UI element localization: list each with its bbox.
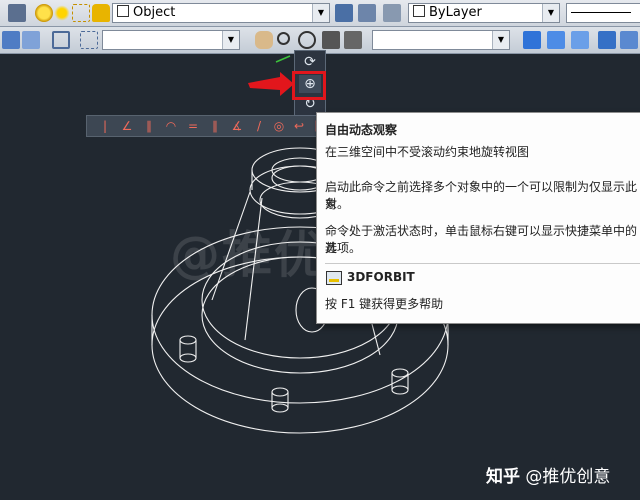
extrude-icon[interactable] xyxy=(620,31,638,49)
chevron-down-icon[interactable]: ▼ xyxy=(492,31,509,49)
curve-icon[interactable]: ↩ xyxy=(291,118,307,134)
chevron-down-icon[interactable]: ▼ xyxy=(542,4,559,22)
line-icon[interactable]: | xyxy=(97,118,113,134)
angle-icon[interactable]: ∠ xyxy=(119,118,135,134)
view-cube-icon[interactable] xyxy=(2,31,20,49)
lineweight-dropdown[interactable] xyxy=(566,3,640,23)
pan-hand-icon[interactable] xyxy=(255,31,273,49)
chevron-down-icon[interactable]: ▼ xyxy=(222,31,239,49)
tangent-icon[interactable]: ◠ xyxy=(163,118,179,134)
credit-brand: 知乎 xyxy=(486,467,520,487)
chevron-down-icon[interactable]: ▼ xyxy=(312,4,329,22)
angle-icon[interactable]: ∡ xyxy=(229,118,245,134)
circle-icon[interactable]: ◎ xyxy=(271,118,287,134)
layer-states-icon[interactable] xyxy=(383,4,401,22)
sun-icon[interactable] xyxy=(53,4,71,22)
visual-style-dropdown[interactable]: ▼ xyxy=(372,30,510,50)
toolbar-row-layers: Object ▼ ByLayer ▼ xyxy=(0,0,640,27)
credit-label: 知乎 @推优创意 xyxy=(486,462,610,487)
slash-icon[interactable]: / xyxy=(251,118,267,134)
arrow-pointer xyxy=(248,72,294,96)
tooltip-note-1-cont: 象。 xyxy=(325,197,350,211)
box-3d-icon[interactable] xyxy=(571,31,589,49)
extrude-icon[interactable] xyxy=(598,31,616,49)
zoom-icon[interactable] xyxy=(277,32,290,45)
command-icon xyxy=(326,271,342,285)
zoom-window-icon[interactable] xyxy=(80,31,98,49)
parallel-icon[interactable]: ∥ xyxy=(207,118,223,134)
layer-dropdown[interactable]: Object ▼ xyxy=(112,3,330,23)
equal-icon[interactable]: = xyxy=(185,118,201,134)
view-dropdown[interactable]: ▼ xyxy=(102,30,240,50)
lineweight-line xyxy=(571,12,631,13)
layer-name: Object xyxy=(133,5,176,20)
divider xyxy=(325,263,640,264)
layer-previous-icon[interactable] xyxy=(358,4,376,22)
light-bulb-icon[interactable] xyxy=(35,4,53,22)
linetype-name: ByLayer xyxy=(429,5,482,20)
view-cube-icon[interactable] xyxy=(22,31,40,49)
tooltip-description: 在三维空间中不受滚动约束地旋转视图 xyxy=(325,145,530,159)
make-current-icon[interactable] xyxy=(335,4,353,22)
box-3d-icon[interactable] xyxy=(523,31,541,49)
walk-icon[interactable] xyxy=(344,31,362,49)
camera-icon[interactable] xyxy=(322,31,340,49)
command-tooltip: 自由动态观察 在三维空间中不受滚动约束地旋转视图 启动此命令之前选择多个对象中的… xyxy=(316,112,640,324)
freeze-icon[interactable] xyxy=(72,4,90,22)
orbit-icon[interactable] xyxy=(298,31,316,49)
box-3d-icon[interactable] xyxy=(547,31,565,49)
lock-icon[interactable] xyxy=(92,4,110,22)
credit-user: @推优创意 xyxy=(525,467,611,487)
layer-manager-icon[interactable] xyxy=(8,4,26,22)
highlight-box xyxy=(292,71,326,100)
linetype-dropdown[interactable]: ByLayer ▼ xyxy=(408,3,560,23)
parallel-icon[interactable]: ∥ xyxy=(141,118,157,134)
help-hint: 按 F1 键获得更多帮助 xyxy=(325,297,444,311)
command-name: 3DFORBIT xyxy=(347,270,415,284)
new-viewport-icon[interactable] xyxy=(52,31,70,49)
color-swatch xyxy=(413,5,425,17)
color-swatch xyxy=(117,5,129,17)
floating-toolbar: | ∠ ∥ ◠ = ∥ ∡ / ◎ ↩ [ xyxy=(86,115,328,137)
tooltip-note-2-cont: 选项。 xyxy=(325,241,362,255)
tooltip-title: 自由动态观察 xyxy=(325,123,398,137)
orbit-icon[interactable]: ⟳ xyxy=(299,53,321,71)
